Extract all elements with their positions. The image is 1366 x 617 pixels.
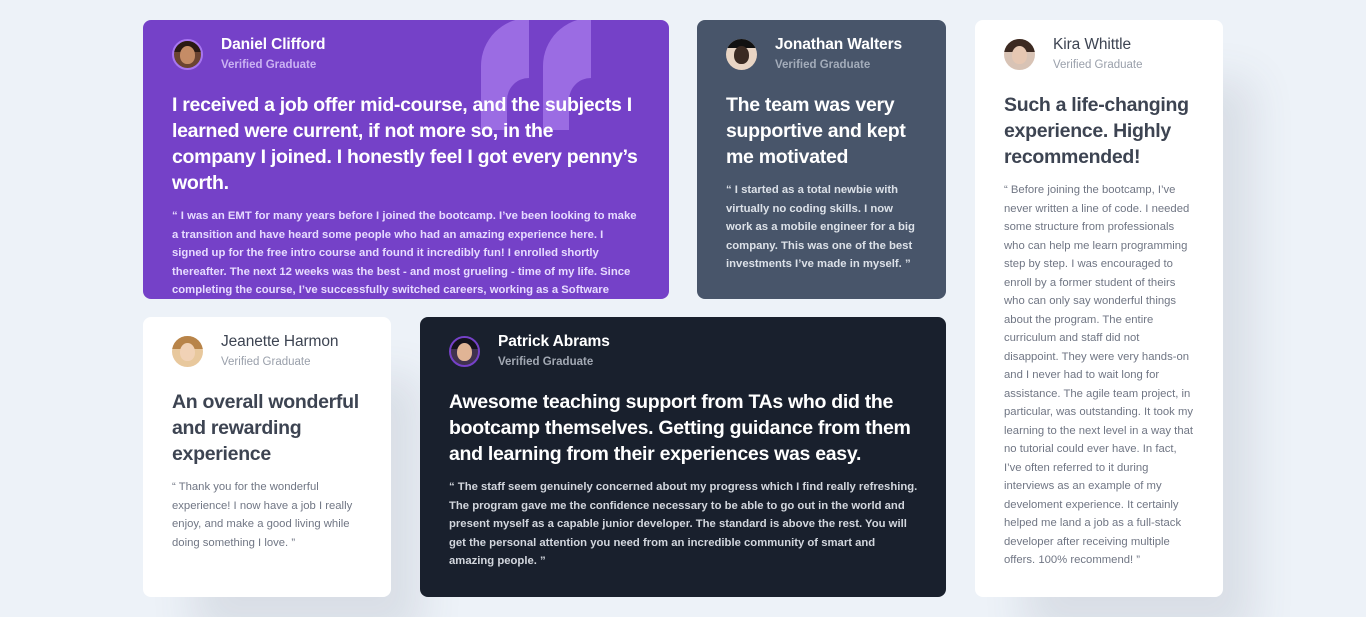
author-info: Jonathan Walters Verified Graduate [775,36,902,72]
author-info: Patrick Abrams Verified Graduate [498,333,610,369]
author-role: Verified Graduate [775,59,871,71]
testimonial-card-patrick-abrams: Patrick Abrams Verified Graduate Awesome… [420,317,946,597]
testimonial-quote: “ Before joining the bootcamp, I’ve neve… [1004,184,1194,566]
author-role: Verified Graduate [221,59,317,71]
testimonial-header: Daniel Clifford Verified Graduate [172,36,641,72]
testimonial-header: Jeanette Harmon Verified Graduate [172,333,363,369]
testimonial-card-kira-whittle: Kira Whittle Verified Graduate Such a li… [975,20,1223,597]
testimonial-headline: Such a life-changing experience. Highly … [1004,94,1189,168]
avatar [1004,38,1035,70]
author-role: Verified Graduate [1053,59,1143,71]
testimonial-header: Patrick Abrams Verified Graduate [449,333,918,369]
testimonial-headline: The team was very supportive and kept me… [726,94,906,168]
testimonial-headline: Awesome teaching support from TAs who di… [449,391,911,465]
author-name: Jeanette Harmon [221,333,339,350]
testimonial-header: Kira Whittle Verified Graduate [1004,36,1195,72]
testimonial-card-jeanette-harmon: Jeanette Harmon Verified Graduate An ove… [143,317,391,597]
testimonial-quote: “ I started as a total newbie with virtu… [726,184,915,270]
testimonial-card-daniel-clifford: Daniel Clifford Verified Graduate I rece… [143,20,669,299]
author-info: Kira Whittle Verified Graduate [1053,36,1143,72]
testimonial-headline: I received a job offer mid-course, and t… [172,94,638,194]
author-name: Kira Whittle [1053,36,1132,53]
author-role: Verified Graduate [221,356,311,368]
avatar [726,38,757,70]
author-info: Daniel Clifford Verified Graduate [221,36,326,72]
testimonial-headline: An overall wonderful and rewarding exper… [172,391,359,465]
testimonial-header: Jonathan Walters Verified Graduate [726,36,918,72]
avatar [172,335,203,367]
testimonial-quote: “ The staff seem genuinely concerned abo… [449,481,918,567]
avatar [449,335,480,367]
author-name: Daniel Clifford [221,36,326,53]
testimonial-card-jonathan-walters: Jonathan Walters Verified Graduate The t… [697,20,946,299]
author-info: Jeanette Harmon Verified Graduate [221,333,339,369]
author-name: Jonathan Walters [775,36,903,53]
avatar [172,38,203,70]
author-role: Verified Graduate [498,356,594,368]
testimonial-quote: “ Thank you for the wonderful experience… [172,481,353,549]
author-name: Patrick Abrams [498,333,610,350]
testimonial-quote: “ I was an EMT for many years before I j… [172,210,637,296]
